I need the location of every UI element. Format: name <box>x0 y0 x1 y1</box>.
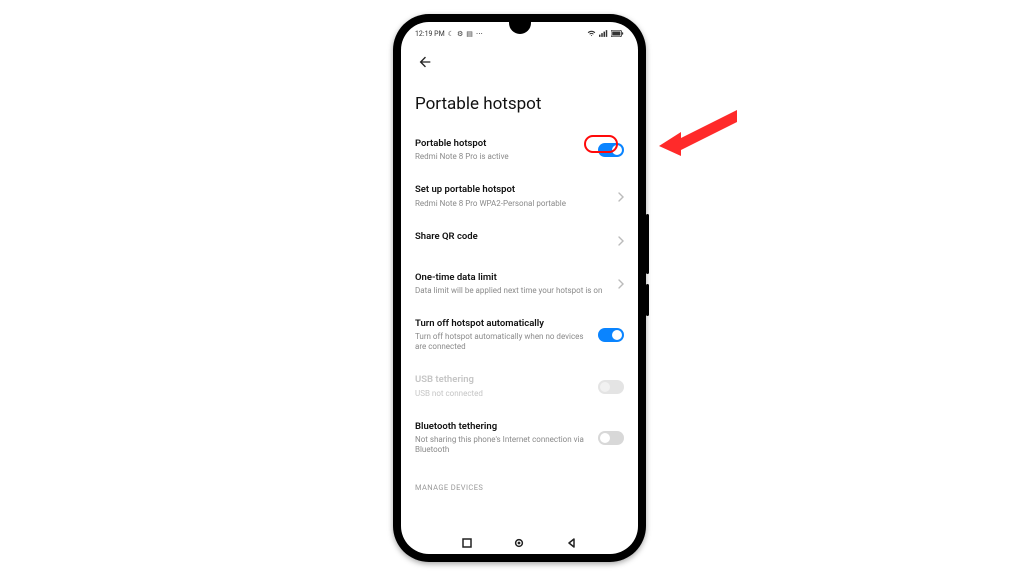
row-title: Share QR code <box>415 231 610 243</box>
toggle-auto-off[interactable] <box>598 328 624 342</box>
header <box>401 46 638 74</box>
status-time: 12:19 PM <box>415 30 445 38</box>
row-subtitle: Not sharing this phone's Internet connec… <box>415 435 590 455</box>
row-subtitle: Data limit will be applied next time you… <box>415 286 610 296</box>
row-subtitle: Redmi Note 8 Pro is active <box>415 152 590 162</box>
toggle-portable-hotspot[interactable] <box>598 143 624 157</box>
android-nav-bar <box>401 530 638 554</box>
row-bluetooth-tethering[interactable]: Bluetooth tethering Not sharing this pho… <box>415 411 624 467</box>
toggle-bluetooth-tethering[interactable] <box>598 431 624 445</box>
settings-list: Portable hotspot Redmi Note 8 Pro is act… <box>401 128 638 467</box>
wifi-icon <box>587 30 596 39</box>
calendar-icon: ▤ <box>466 30 473 38</box>
nav-home-icon[interactable] <box>514 533 524 552</box>
back-button[interactable] <box>413 50 437 74</box>
row-title: Set up portable hotspot <box>415 184 610 196</box>
row-title: Turn off hotspot automatically <box>415 318 590 330</box>
battery-icon <box>611 30 624 39</box>
row-title: Portable hotspot <box>415 138 590 150</box>
row-data-limit[interactable]: One-time data limit Data limit will be a… <box>415 262 624 308</box>
toggle-usb-tethering <box>598 380 624 394</box>
row-title: Bluetooth tethering <box>415 421 590 433</box>
power-button-mock <box>646 284 649 316</box>
section-manage-devices[interactable]: MANAGE DEVICES <box>401 467 638 500</box>
row-usb-tethering: USB tethering USB not connected <box>415 364 624 410</box>
annotation-arrow <box>659 104 739 156</box>
row-auto-off[interactable]: Turn off hotspot automatically Turn off … <box>415 308 624 364</box>
row-title: One-time data limit <box>415 272 610 284</box>
row-share-qr[interactable]: Share QR code <box>415 221 624 262</box>
nav-back-icon[interactable] <box>567 533 577 552</box>
nav-recent-icon[interactable] <box>462 533 472 552</box>
row-subtitle: Turn off hotspot automatically when no d… <box>415 332 590 352</box>
chevron-right-icon <box>618 187 624 206</box>
row-subtitle: USB not connected <box>415 389 590 399</box>
phone-screen: 12:19 PM ☾ ⚙ ▤ ⋯ <box>401 22 638 554</box>
row-title: USB tethering <box>415 374 590 386</box>
row-setup-hotspot[interactable]: Set up portable hotspot Redmi Note 8 Pro… <box>415 174 624 220</box>
dots-icon: ⋯ <box>476 30 483 38</box>
moon-icon: ☾ <box>448 30 454 38</box>
chevron-right-icon <box>618 274 624 293</box>
arrow-left-icon <box>417 54 433 70</box>
volume-button-mock <box>646 214 649 274</box>
page-title: Portable hotspot <box>401 74 638 128</box>
row-portable-hotspot[interactable]: Portable hotspot Redmi Note 8 Pro is act… <box>415 128 624 174</box>
phone-frame: 12:19 PM ☾ ⚙ ▤ ⋯ <box>393 14 646 562</box>
gear-icon: ⚙ <box>457 30 463 38</box>
row-subtitle: Redmi Note 8 Pro WPA2-Personal portable <box>415 199 610 209</box>
stage: 12:19 PM ☾ ⚙ ▤ ⋯ <box>0 0 1024 576</box>
signal-icon <box>599 30 608 39</box>
chevron-right-icon <box>618 231 624 250</box>
